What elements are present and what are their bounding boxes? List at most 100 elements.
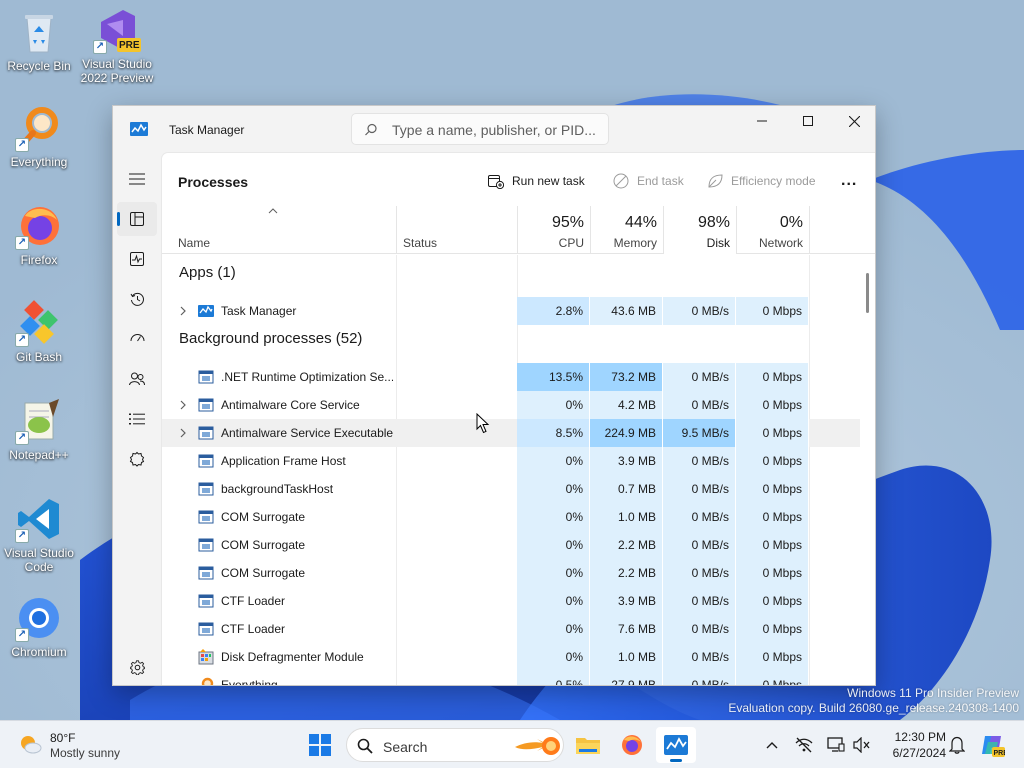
efficiency-mode-button[interactable]: Efficiency mode xyxy=(707,167,816,195)
start-button[interactable] xyxy=(300,727,340,763)
process-name: Disk Defragmenter Module xyxy=(221,650,364,664)
network-cell: 0 Mbps xyxy=(736,419,809,447)
column-header-name[interactable]: Name xyxy=(162,206,397,254)
desktop-icon-chromium[interactable]: ↗ Chromium xyxy=(1,594,77,659)
cpu-cell: 0% xyxy=(517,559,590,587)
name-cell: Disk Defragmenter Module xyxy=(162,643,396,671)
process-name: Antimalware Core Service xyxy=(221,398,360,412)
status-cell xyxy=(396,297,517,325)
process-row[interactable]: Disk Defragmenter Module 0% 1.0 MB 0 MB/s 0 … xyxy=(162,643,860,671)
run-new-task-button[interactable]: Run new task xyxy=(488,167,585,195)
search-input[interactable] xyxy=(392,120,602,140)
desktop-icon-label: Recycle Bin xyxy=(7,59,71,73)
process-row[interactable]: CTF Loader 0% 7.6 MB 0 MB/s 0 Mbps xyxy=(162,615,860,643)
search-highlight-illustration-icon xyxy=(515,737,560,755)
column-header-disk[interactable]: 98% Disk xyxy=(664,206,737,254)
nav-processes[interactable] xyxy=(117,202,157,236)
expand-chevron-icon[interactable] xyxy=(179,400,187,410)
memory-cell: 4.2 MB xyxy=(590,391,663,419)
nav-users[interactable] xyxy=(117,362,157,396)
network-cell: 0 Mbps xyxy=(736,531,809,559)
disk-defragmenter-icon xyxy=(198,649,214,665)
notifications-button[interactable] xyxy=(945,733,969,757)
expand-chevron-icon[interactable] xyxy=(179,428,187,438)
end-task-label: End task xyxy=(637,174,684,188)
weather-sun-cloud-icon xyxy=(21,736,42,754)
nav-performance[interactable] xyxy=(117,242,157,276)
copilot-button[interactable]: PRE xyxy=(978,731,1006,759)
close-button[interactable] xyxy=(831,106,875,136)
process-row[interactable]: Application Frame Host 0% 3.9 MB 0 MB/s 0 Mb… xyxy=(162,447,860,475)
end-task-button[interactable]: End task xyxy=(613,167,684,195)
column-label: CPU xyxy=(558,236,584,250)
task-manager-window: Task Manager Type a name, publisher, or … xyxy=(112,105,876,686)
status-cell xyxy=(396,503,517,531)
minimize-button[interactable] xyxy=(739,106,785,136)
weather-widget[interactable]: 80°F Mostly sunny xyxy=(18,728,138,762)
group-header[interactable]: Apps (1) xyxy=(162,259,860,287)
process-row[interactable]: Everything 0.5% 27.9 MB 0 MB/s 0 Mbps xyxy=(162,671,860,685)
column-header-cpu[interactable]: 95% CPU xyxy=(518,206,591,254)
desktop-icon-vscode[interactable]: ↗ Visual Studio Code xyxy=(1,495,77,574)
show-hidden-icons-button[interactable] xyxy=(760,733,784,757)
process-row[interactable]: COM Surrogate 0% 2.2 MB 0 MB/s 0 Mbps xyxy=(162,559,860,587)
process-row[interactable]: backgroundTaskHost 0% 0.7 MB 0 MB/s 0 Mbps xyxy=(162,475,860,503)
network-status-button[interactable] xyxy=(792,733,816,757)
vertical-scrollbar-thumb[interactable] xyxy=(866,273,869,313)
process-row[interactable]: CTF Loader 0% 3.9 MB 0 MB/s 0 Mbps xyxy=(162,587,860,615)
process-name: Task Manager xyxy=(221,304,297,318)
memory-cell: 2.2 MB xyxy=(590,531,663,559)
desktop-icon-recycle-bin[interactable]: Recycle Bin xyxy=(1,8,77,73)
name-cell: Application Frame Host xyxy=(162,447,396,475)
clock-time: 12:30 PM xyxy=(894,730,946,744)
taskbar-firefox[interactable] xyxy=(612,727,652,763)
weather-condition: Mostly sunny xyxy=(50,746,121,760)
column-header-status[interactable]: Status xyxy=(397,206,518,254)
process-row[interactable]: COM Surrogate 0% 1.0 MB 0 MB/s 0 Mbps xyxy=(162,503,860,531)
start-button-icon xyxy=(309,734,331,756)
status-cell xyxy=(396,559,517,587)
process-row[interactable]: .NET Runtime Optimization Se... 13.5% 73.2… xyxy=(162,363,860,391)
nav-app-history[interactable] xyxy=(117,282,157,316)
group-header[interactable]: Background processes (52) xyxy=(162,325,860,353)
more-options-button[interactable]: ... xyxy=(841,167,857,195)
title-bar[interactable]: Task Manager xyxy=(113,106,875,152)
maximize-button[interactable] xyxy=(785,106,831,136)
nav-services[interactable] xyxy=(117,442,157,476)
system-clock[interactable]: 12:30 PM 6/27/2024 xyxy=(880,729,946,761)
process-row[interactable]: COM Surrogate 0% 2.2 MB 0 MB/s 0 Mbps xyxy=(162,531,860,559)
nav-details[interactable] xyxy=(117,402,157,436)
desktop-icon-git-bash[interactable]: ↗ Git Bash xyxy=(1,299,77,364)
process-row[interactable]: Antimalware Service Executable 8.5% 224.9 … xyxy=(162,419,860,447)
search-box[interactable] xyxy=(351,113,609,145)
desktop-icon-visual-studio-preview[interactable]: PRE ↗ Visual Studio 2022 Preview xyxy=(79,6,155,85)
disk-cell: 0 MB/s xyxy=(663,559,736,587)
network-cell xyxy=(736,259,809,287)
desktop-icon-label-line2: 2022 Preview xyxy=(80,71,154,85)
hamburger-menu-button[interactable] xyxy=(117,162,157,196)
disk-cell: 0 MB/s xyxy=(663,363,736,391)
volume-button[interactable] xyxy=(850,733,874,757)
nav-startup-apps[interactable] xyxy=(117,322,157,356)
taskbar-search-box[interactable]: Search xyxy=(346,728,564,762)
column-header-network[interactable]: 0% Network xyxy=(737,206,810,254)
maximize-icon xyxy=(803,116,813,126)
nav-settings[interactable] xyxy=(117,650,157,684)
desktop-icon-firefox[interactable]: ↗ Firefox xyxy=(1,202,77,267)
expand-chevron-icon[interactable] xyxy=(179,306,187,316)
name-cell: .NET Runtime Optimization Se... xyxy=(162,363,396,391)
taskbar-search-label: Search xyxy=(383,739,428,755)
network-cell: 0 Mbps xyxy=(736,447,809,475)
name-cell: COM Surrogate xyxy=(162,503,396,531)
process-row[interactable]: Antimalware Core Service 0% 4.2 MB 0 MB/s 0 … xyxy=(162,391,860,419)
display-settings-button[interactable] xyxy=(824,733,848,757)
process-list: Apps (1) Task Manager 2.8% 43.6 MB 0 MB/s 0 M… xyxy=(162,255,875,685)
desktop-icon-notepad-plus-plus[interactable]: ↗ Notepad++ xyxy=(1,397,77,462)
desktop-icon-everything[interactable]: ↗ Everything xyxy=(1,104,77,169)
disk-cell: 0 MB/s xyxy=(663,671,736,685)
taskbar-file-explorer[interactable] xyxy=(568,727,608,763)
network-cell: 0 Mbps xyxy=(736,503,809,531)
taskbar-task-manager[interactable] xyxy=(656,727,696,763)
column-header-memory[interactable]: 44% Memory xyxy=(591,206,664,254)
process-row[interactable]: Task Manager 2.8% 43.6 MB 0 MB/s 0 Mbps xyxy=(162,297,860,325)
